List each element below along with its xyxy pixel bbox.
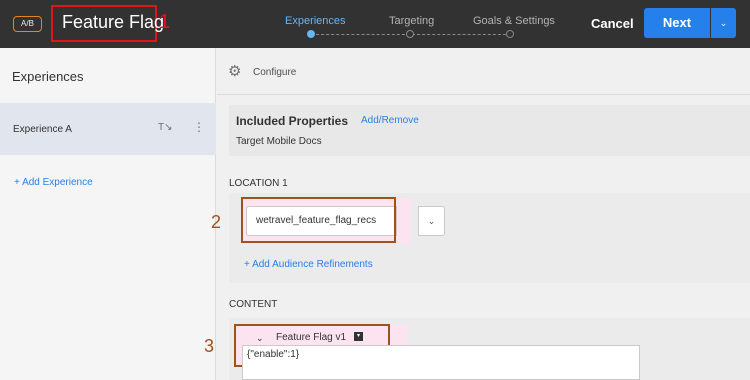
property-value: Target Mobile Docs (236, 136, 322, 147)
experiences-sidebar: Experiences Experience A T↘ ⋮ + Add Expe… (0, 48, 216, 380)
configure-label: Configure (253, 67, 297, 78)
annotation-number-2: 2 (211, 212, 222, 232)
annotation-number-1: 1 (159, 11, 171, 33)
chevron-down-icon[interactable]: ⌄ (256, 333, 264, 344)
location-dropdown-chevron-icon[interactable]: ⌄ (418, 206, 445, 236)
json-offer-editor[interactable]: {"enable":1} (242, 345, 640, 380)
offer-title: Feature Flag v1 (276, 332, 347, 343)
activity-title[interactable]: Feature Flag (62, 12, 164, 33)
included-properties-card: Included Properties Add/Remove Target Mo… (229, 105, 750, 156)
configure-header[interactable]: ⚙ Configure (217, 48, 750, 95)
cancel-button[interactable]: Cancel (591, 16, 634, 31)
add-experience-link[interactable]: + Add Experience (14, 177, 93, 188)
gear-icon: ⚙ (228, 63, 242, 80)
properties-title: Included Properties (236, 114, 349, 128)
location-highlight-box (241, 197, 396, 243)
add-remove-link[interactable]: Add/Remove (361, 115, 419, 126)
offer-menu-icon[interactable]: ▾ (354, 332, 363, 341)
annotation-number-3: 3 (204, 336, 215, 356)
next-button[interactable]: Next (644, 8, 710, 38)
content-label: CONTENT (229, 299, 278, 310)
step-goals-settings[interactable]: Goals & Settings (473, 15, 555, 27)
next-dropdown-chevron-icon[interactable]: ⌄ (711, 8, 736, 38)
step-dot-targeting (406, 30, 414, 38)
experience-editor: ⚙ Configure Included Properties Add/Remo… (217, 48, 750, 380)
sidebar-heading: Experiences (12, 69, 84, 84)
rename-icon[interactable]: T↘ (158, 122, 173, 133)
sidebar-item-experience-a[interactable]: Experience A T↘ ⋮ (0, 103, 216, 155)
step-dot-goals (506, 30, 514, 38)
ab-test-badge: A/B (13, 16, 42, 32)
more-options-icon[interactable]: ⋮ (193, 120, 205, 134)
content-card: ⌄ Feature Flag v1 ▾ {"enable":1} (229, 318, 750, 380)
add-audience-refinements-link[interactable]: + Add Audience Refinements (244, 259, 373, 270)
location-label: LOCATION 1 (229, 178, 288, 189)
location-card: wetravel_feature_flag_recs ⌄ + Add Audie… (229, 193, 750, 283)
step-targeting[interactable]: Targeting (389, 15, 434, 27)
experience-label: Experience A (13, 124, 72, 135)
step-dot-experiences (307, 30, 315, 38)
step-experiences[interactable]: Experiences (285, 15, 346, 27)
top-bar: A/B Feature Flag 1 Experiences Targeting… (0, 0, 750, 48)
